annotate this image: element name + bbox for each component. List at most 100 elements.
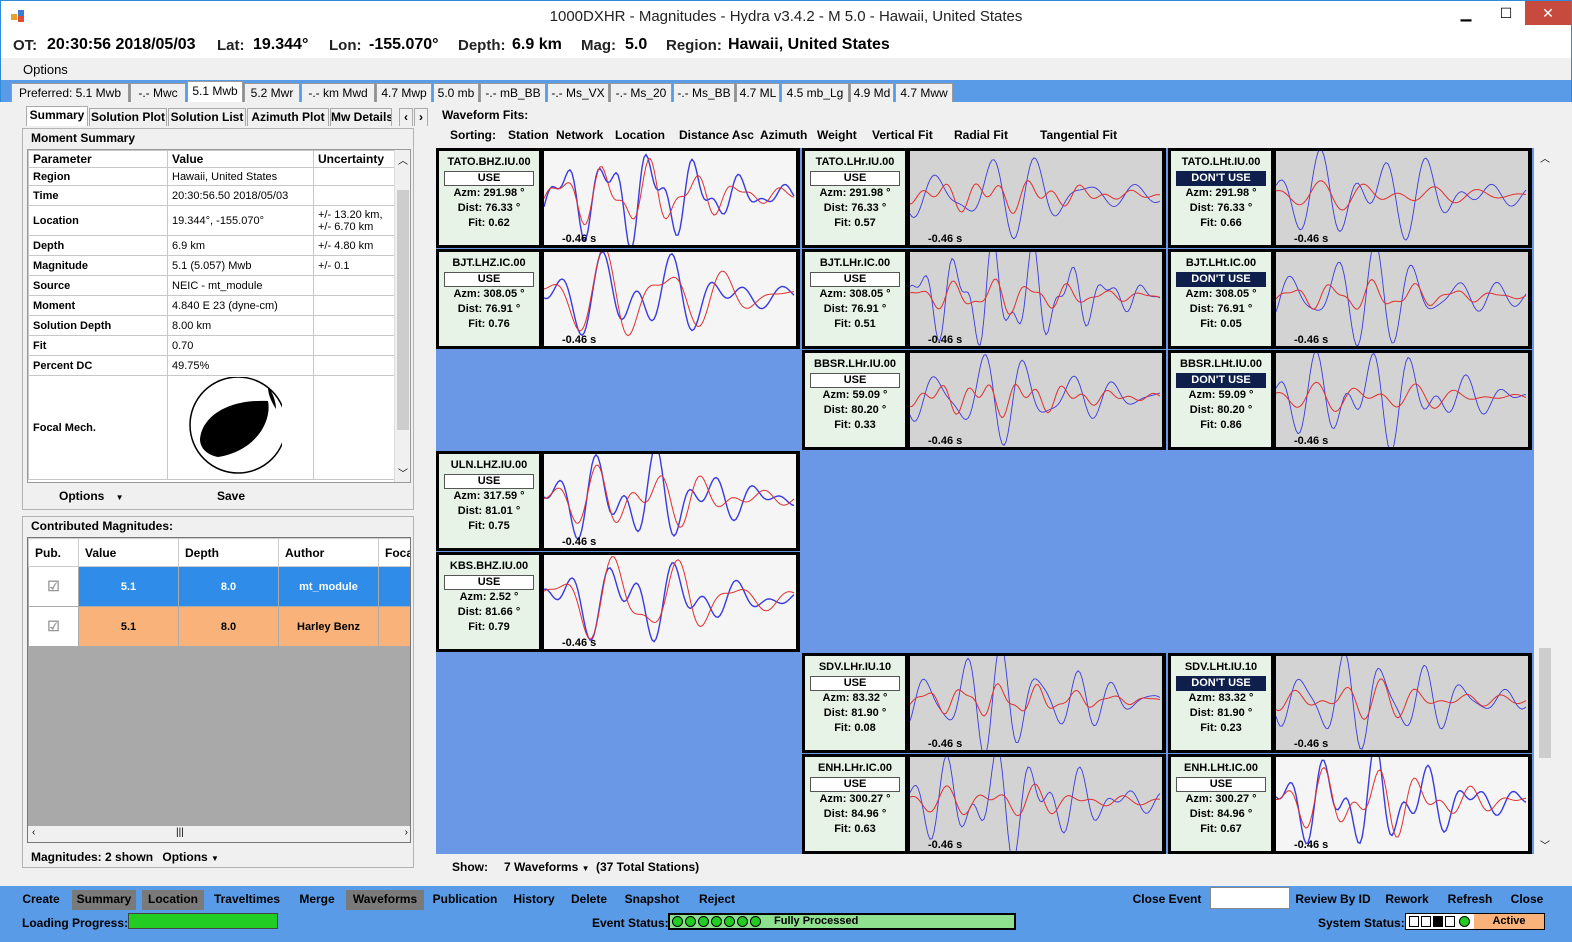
use-toggle-button[interactable]: USE (810, 676, 900, 691)
magnitudes-options-button[interactable]: Options ▼ (162, 850, 219, 864)
waveform-plot[interactable]: -0.46 s (1275, 350, 1528, 452)
sort-option[interactable]: Radial Fit (954, 128, 1008, 142)
contrib-row[interactable]: ☑ 5.1 8.0 Harley Benz (28, 606, 410, 647)
mag-tab[interactable]: -.- mB_BB (480, 83, 546, 102)
use-toggle-button[interactable]: USE (444, 575, 534, 590)
waveform-scrollbar[interactable]: ︿ ﹀ (1536, 148, 1554, 854)
scroll-thumb[interactable] (1539, 648, 1551, 758)
waveform-plot[interactable]: -0.46 s (909, 151, 1162, 245)
toolbar-reject[interactable]: Reject (692, 890, 742, 910)
use-toggle-button[interactable]: USE (810, 777, 900, 792)
mag-tab[interactable]: 4.7 Mwp (376, 83, 432, 102)
toolbar-create[interactable]: Create (22, 890, 60, 910)
subtab-azimuth-plot[interactable]: Azimuth Plot (247, 108, 329, 126)
toolbar-refresh[interactable]: Refresh (1442, 890, 1498, 910)
mag-tab[interactable]: 4.9 Md (850, 83, 894, 102)
sort-option[interactable]: Network (556, 128, 603, 142)
use-toggle-button[interactable]: USE (444, 474, 534, 489)
checkbox-icon[interactable]: ☑ (47, 578, 60, 594)
summary-scrollbar[interactable]: ︿ ﹀ (394, 150, 410, 482)
waveform-plot[interactable]: -0.46 s (1275, 148, 1528, 245)
subtab-prev[interactable]: ‹ (399, 108, 413, 126)
close-event-input[interactable] (1210, 887, 1290, 909)
use-toggle-button[interactable]: USE (810, 272, 900, 287)
scroll-down-icon[interactable]: ﹀ (1540, 837, 1550, 852)
mag-tab[interactable]: -.- Ms_BB (673, 83, 735, 102)
use-toggle-button[interactable]: USE (444, 272, 534, 287)
sort-option[interactable]: Vertical Fit (872, 128, 933, 142)
options-menu[interactable]: Options (23, 62, 68, 77)
toolbar-traveltimes[interactable]: Traveltimes (208, 890, 286, 910)
scroll-down-icon[interactable]: ﹀ (398, 465, 408, 480)
scroll-up-icon[interactable]: ︿ (398, 152, 408, 167)
scroll-left-icon[interactable]: ‹ (32, 827, 35, 838)
sort-option[interactable]: Distance Asc (679, 128, 754, 142)
show-waveforms-dropdown[interactable]: 7 Waveforms ▼ (504, 860, 590, 874)
mag-tab[interactable]: 4.7 Mww (895, 83, 953, 102)
subtab-summary[interactable]: Summary (26, 106, 88, 126)
mag-tab[interactable]: Preferred: 5.1 Mwb (11, 83, 129, 102)
maximize-button[interactable]: ☐ (1491, 1, 1521, 25)
use-toggle-button[interactable]: DON'T USE (1176, 373, 1266, 388)
mag-tab[interactable]: 5.2 Mwr (244, 83, 300, 102)
use-toggle-button[interactable]: USE (444, 171, 534, 186)
mag-tab[interactable]: 5.0 mb (433, 83, 479, 102)
mag-tab[interactable]: 4.7 ML (736, 83, 780, 102)
sort-option[interactable]: Station (508, 128, 549, 142)
waveform-plot[interactable]: -0.46 s (909, 235, 1162, 347)
use-toggle-button[interactable]: USE (810, 373, 900, 388)
toolbar-review-by-id[interactable]: Review By ID (1294, 890, 1372, 910)
contrib-row[interactable]: ☑ 5.1 8.0 mt_module (28, 566, 410, 607)
checkbox-icon[interactable]: ☑ (47, 618, 60, 634)
toolbar-location[interactable]: Location (142, 890, 204, 910)
summary-options-button[interactable]: Options ▼ (59, 489, 124, 503)
waveform-plot[interactable]: -0.46 s (543, 444, 796, 548)
toolbar-delete[interactable]: Delete (566, 890, 612, 910)
subtab-solution-list[interactable]: Solution List (168, 108, 246, 126)
use-toggle-button[interactable]: DON'T USE (1176, 676, 1266, 691)
toolbar-merge[interactable]: Merge (294, 890, 340, 910)
waveform-plot[interactable]: -0.46 s (1275, 241, 1528, 347)
minimize-button[interactable]: ▁ (1451, 1, 1481, 25)
summary-save-button[interactable]: Save (217, 489, 245, 503)
use-toggle-button[interactable]: USE (810, 171, 900, 186)
scroll-right-icon[interactable]: › (405, 827, 408, 838)
use-toggle-button[interactable]: DON'T USE (1176, 272, 1266, 287)
mag-tab[interactable]: 4.5 mb_Lg (781, 83, 849, 102)
mag-tab[interactable]: -.- Ms_VX (547, 83, 609, 102)
close-button[interactable]: ✕ (1525, 1, 1571, 25)
sort-option[interactable]: Azimuth (760, 128, 807, 142)
toolbar-history[interactable]: History (508, 890, 560, 910)
waveform-plot[interactable]: -0.46 s (543, 246, 796, 346)
toolbar-close[interactable]: Close (1506, 890, 1548, 910)
scroll-thumb[interactable] (397, 190, 409, 430)
waveform-plot[interactable]: -0.46 s (909, 746, 1162, 861)
waveform-plot[interactable]: -0.46 s (543, 555, 796, 649)
toolbar-rework[interactable]: Rework (1382, 890, 1432, 910)
toolbar-publication[interactable]: Publication (432, 890, 498, 910)
subtab-solution-plot[interactable]: Solution Plot (89, 108, 167, 126)
subtab-mw-details[interactable]: Mw Details (330, 108, 392, 126)
scroll-up-icon[interactable]: ︿ (1540, 150, 1550, 165)
mag-tab[interactable]: -.- Mwc (130, 83, 186, 102)
publish-checkbox-cell[interactable]: ☑ (28, 606, 79, 647)
toolbar-waveforms[interactable]: Waveforms (346, 890, 424, 910)
mag-tab[interactable]: 5.1 Mwb (187, 81, 243, 102)
waveform-plot[interactable]: -0.46 s (909, 353, 1162, 447)
publish-checkbox-cell[interactable]: ☑ (28, 566, 79, 607)
mag-tab[interactable]: -.- km Mwd (301, 83, 375, 102)
waveform-plot[interactable]: -0.46 s (1275, 651, 1528, 750)
scroll-grip-icon[interactable]: ||| (176, 827, 184, 838)
sort-option[interactable]: Tangential Fit (1040, 128, 1117, 142)
waveform-plot[interactable]: -0.46 s (543, 151, 796, 251)
waveform-plot[interactable]: -0.46 s (1275, 741, 1528, 851)
sort-option[interactable]: Location (615, 128, 665, 142)
toolbar-summary[interactable]: Summary (72, 890, 136, 910)
contributed-hscroll[interactable]: ‹ ||| › (28, 826, 410, 842)
use-toggle-button[interactable]: DON'T USE (1176, 171, 1266, 186)
toolbar-snapshot[interactable]: Snapshot (620, 890, 684, 910)
waveform-plot[interactable]: -0.46 s (909, 642, 1162, 758)
mag-tab[interactable]: -.- Ms_20 (610, 83, 672, 102)
sort-option[interactable]: Weight (817, 128, 857, 142)
use-toggle-button[interactable]: USE (1176, 777, 1266, 792)
